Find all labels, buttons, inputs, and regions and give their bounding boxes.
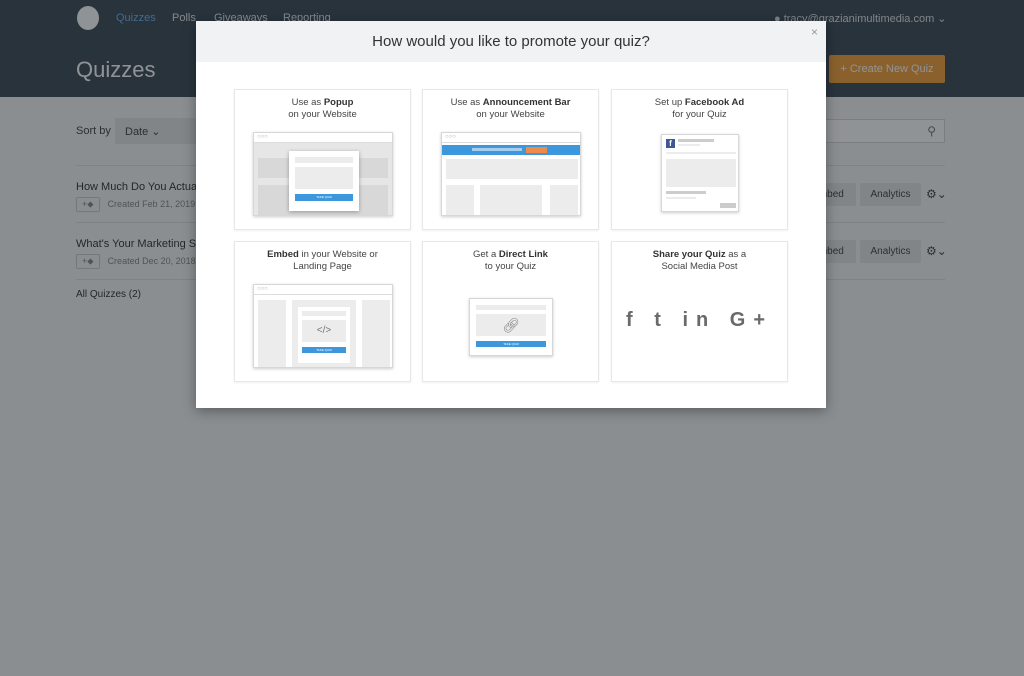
- facebook-ad-illustration: f: [661, 134, 739, 212]
- option-text: Use as: [291, 97, 324, 108]
- option-social-post[interactable]: Share your Quiz as a Social Media Post f …: [611, 241, 788, 382]
- take-quiz-button: TAKE QUIZ: [476, 341, 546, 347]
- facebook-icon: f: [666, 139, 675, 148]
- take-quiz-button: TAKE QUIZ: [302, 347, 346, 353]
- option-text: to your Quiz: [484, 261, 537, 272]
- code-icon: </>: [302, 320, 346, 342]
- modal-title: How would you like to promote your quiz?: [196, 21, 826, 62]
- option-bold: Share your Quiz: [652, 249, 726, 260]
- option-text: Set up: [654, 97, 685, 108]
- popup-illustration: ○○○ TAKE QUIZ: [253, 132, 393, 216]
- option-text: on your Website: [476, 109, 545, 120]
- twitter-icon: t: [654, 309, 669, 331]
- option-text: on your Website: [288, 109, 357, 120]
- facebook-icon: f: [625, 309, 641, 331]
- option-text: as a: [725, 249, 747, 260]
- option-bold: Popup: [323, 97, 354, 108]
- option-bold: Facebook Ad: [684, 97, 745, 108]
- option-text: Social Media Post: [661, 261, 738, 272]
- option-popup[interactable]: Use as Popup on your Website ○○○ TAKE QUI…: [234, 89, 411, 230]
- embed-illustration: ○○○ </> TAKE QUIZ: [253, 284, 393, 368]
- option-bold: Embed: [267, 249, 299, 260]
- option-direct-link[interactable]: Get a Direct Link to your Quiz 🔗︎ TAKE QU…: [422, 241, 599, 382]
- linkedin-icon: in: [682, 309, 717, 331]
- social-icons: f t in G+: [612, 310, 787, 330]
- promote-modal: How would you like to promote your quiz?…: [196, 21, 826, 408]
- option-bold: Announcement Bar: [482, 97, 571, 108]
- close-icon[interactable]: ×: [811, 25, 818, 39]
- option-bold: Direct Link: [498, 249, 548, 260]
- option-facebook-ad[interactable]: Set up Facebook Ad for your Quiz f: [611, 89, 788, 230]
- option-text: Landing Page: [293, 261, 352, 272]
- option-text: Get a: [473, 249, 499, 260]
- option-announcement-bar[interactable]: Use as Announcement Bar on your Website ○…: [422, 89, 599, 230]
- link-icon: 🔗︎: [476, 314, 546, 336]
- take-quiz-button: TAKE QUIZ: [295, 194, 353, 201]
- option-text: in your Website or: [298, 249, 378, 260]
- direct-link-illustration: 🔗︎ TAKE QUIZ: [469, 298, 553, 356]
- google-plus-icon: G+: [729, 309, 774, 331]
- option-text: for your Quiz: [672, 109, 727, 120]
- announcement-illustration: ○○○: [441, 132, 581, 216]
- option-embed[interactable]: Embed in your Website or Landing Page ○○○…: [234, 241, 411, 382]
- option-text: Use as: [450, 97, 483, 108]
